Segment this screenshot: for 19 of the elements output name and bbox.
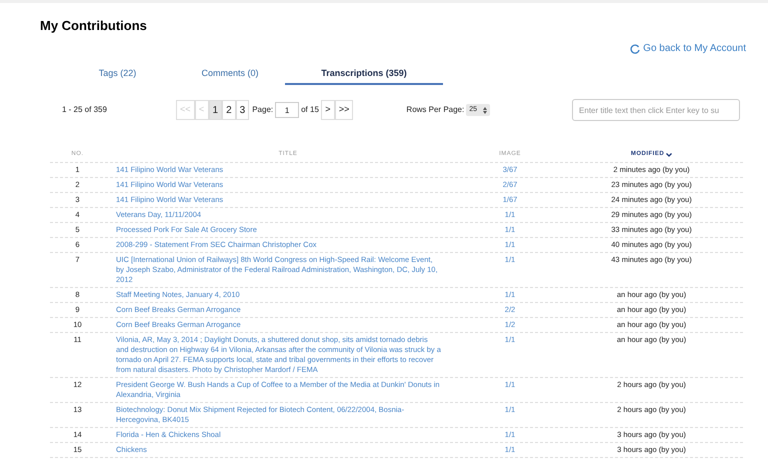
tab[interactable]: Tags (22) xyxy=(60,65,175,85)
spinner-icon xyxy=(483,106,488,114)
pager-button[interactable]: > xyxy=(320,100,335,120)
results-range: 1 - 25 of 359 xyxy=(62,104,108,116)
search-field[interactable]: Enter title text then click Enter key to su xyxy=(572,99,740,121)
rows-per-page-label: Rows Per Page: xyxy=(406,104,464,116)
chevron-down-icon xyxy=(666,152,672,156)
page-number[interactable]: 2 xyxy=(222,100,236,120)
refresh-icon xyxy=(630,44,640,54)
page-label: Page: xyxy=(252,104,274,116)
tab[interactable]: Transcriptions (359) xyxy=(285,65,443,85)
page-number[interactable]: 3 xyxy=(236,100,250,120)
page-title: My Contributions xyxy=(40,17,147,35)
page-input[interactable]: 1 xyxy=(275,102,300,118)
page-number[interactable]: 1 xyxy=(208,100,222,120)
page-total: of 15 xyxy=(301,104,319,116)
back-link[interactable]: Go back to My Account xyxy=(630,41,746,56)
tab[interactable]: Comments (0) xyxy=(175,65,285,85)
pager-button[interactable]: >> xyxy=(334,100,354,120)
